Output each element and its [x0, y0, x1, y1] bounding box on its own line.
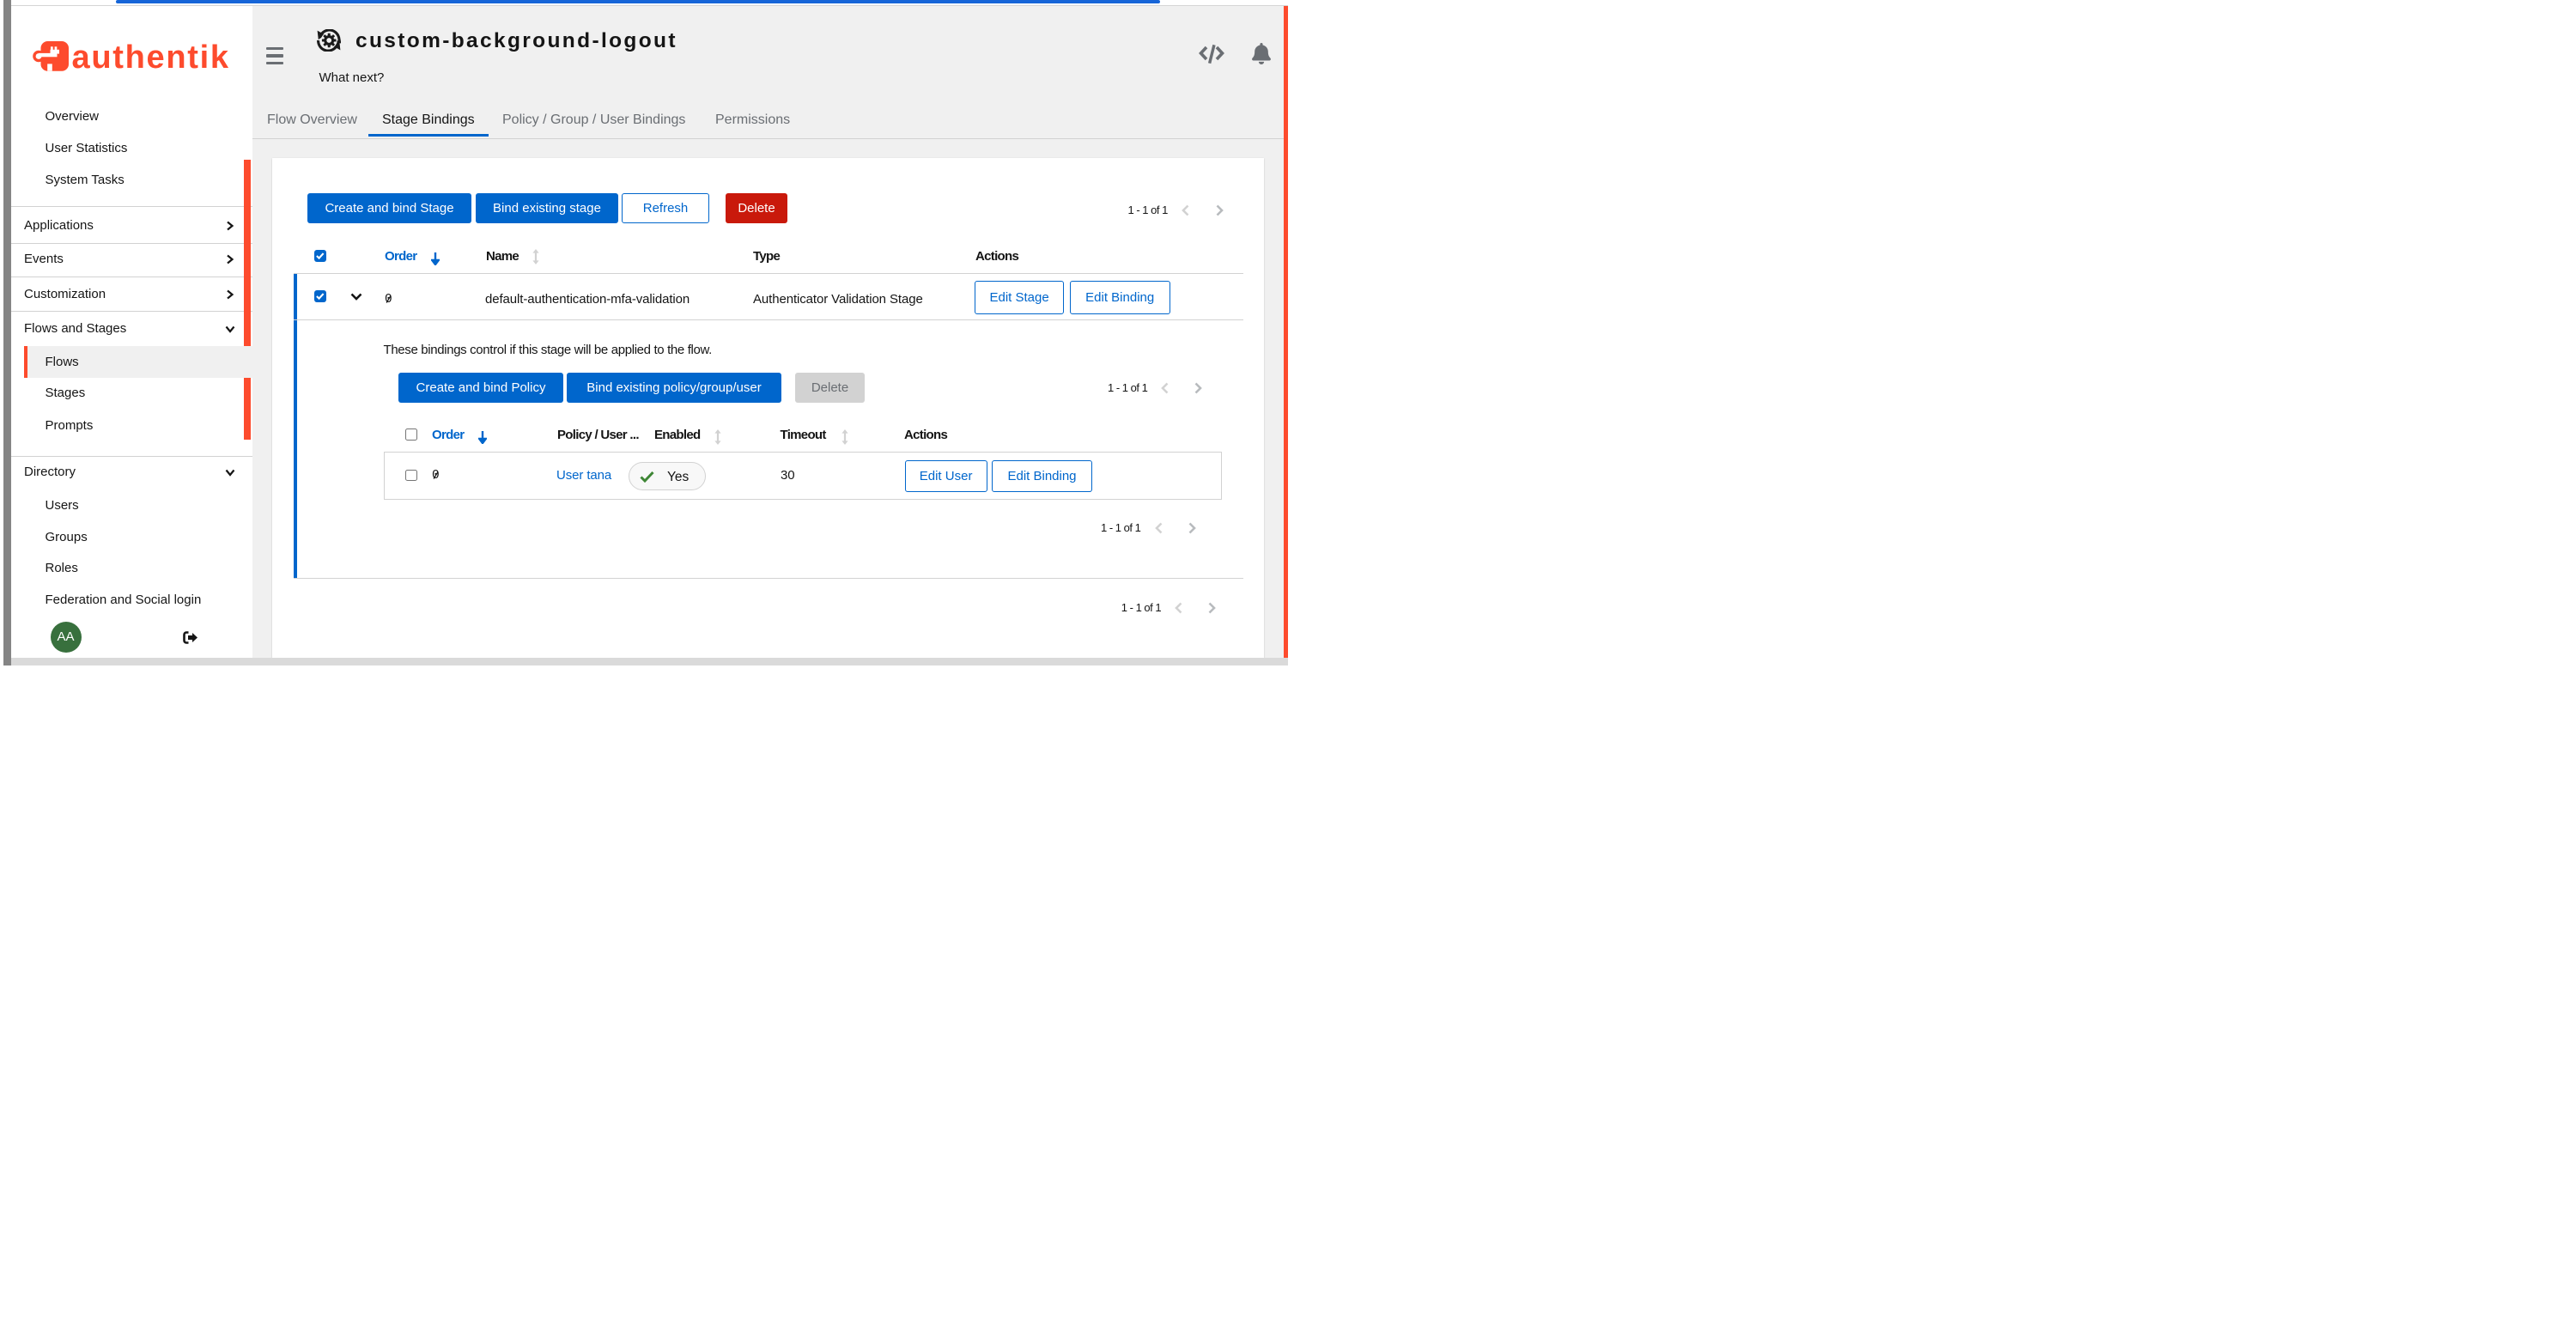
svg-text:authentik: authentik: [71, 40, 229, 76]
